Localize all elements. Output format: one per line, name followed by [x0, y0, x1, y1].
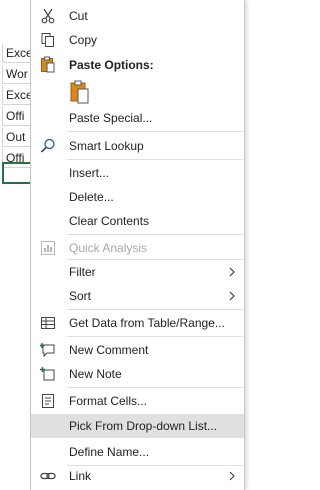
- menu-separator: [67, 131, 244, 132]
- copy-icon: [39, 31, 57, 49]
- menu-item-label: Get Data from Table/Range...: [69, 316, 225, 330]
- menu-item-smart-lookup[interactable]: Smart Lookup: [31, 134, 244, 158]
- menu-item-delete[interactable]: Delete...: [31, 185, 244, 209]
- menu-item-link[interactable]: Link: [31, 464, 244, 488]
- paste-icon: [39, 56, 57, 74]
- menu-item-label: Delete...: [69, 190, 114, 204]
- menu-separator: [67, 387, 244, 388]
- chevron-right-icon: [228, 470, 236, 482]
- table-icon: [39, 314, 57, 332]
- scissors-icon: [39, 7, 57, 25]
- menu-item-format-cells[interactable]: Format Cells...: [31, 389, 244, 413]
- menu-item-new-note[interactable]: New Note: [31, 362, 244, 386]
- menu-item-insert[interactable]: Insert...: [31, 161, 244, 185]
- menu-item-get-data[interactable]: Get Data from Table/Range...: [31, 311, 244, 335]
- context-menu: Cut Copy Paste Options: Paste Special...…: [30, 0, 245, 490]
- menu-item-label: Link: [69, 469, 92, 483]
- menu-item-filter[interactable]: Filter: [31, 260, 244, 284]
- quick-analysis-icon: [39, 239, 57, 257]
- menu-separator: [67, 159, 244, 160]
- menu-item-new-comment[interactable]: New Comment: [31, 338, 244, 362]
- menu-item-clear-contents[interactable]: Clear Contents: [31, 209, 244, 233]
- menu-separator: [67, 336, 244, 337]
- menu-item-label: Insert...: [69, 166, 110, 180]
- format-cells-icon: [39, 392, 57, 410]
- paste-option-default[interactable]: [31, 78, 244, 108]
- menu-item-label: Smart Lookup: [69, 139, 144, 153]
- chevron-right-icon: [228, 266, 236, 278]
- menu-item-label: Quick Analysis: [69, 241, 148, 255]
- search-icon: [39, 137, 57, 155]
- menu-item-label: New Note: [69, 367, 122, 381]
- menu-item-label: Paste Special...: [69, 111, 153, 125]
- new-note-icon: [39, 365, 57, 383]
- clipboard-paste-icon: [69, 80, 91, 109]
- menu-item-sort[interactable]: Sort: [31, 284, 244, 308]
- menu-item-label: New Comment: [69, 343, 149, 357]
- menu-item-label: Filter: [69, 265, 96, 279]
- menu-item-copy[interactable]: Copy: [31, 28, 244, 52]
- menu-item-label: Clear Contents: [69, 214, 150, 228]
- menu-item-label: Define Name...: [69, 445, 150, 459]
- menu-item-pick-from-list[interactable]: Pick From Drop-down List...: [31, 414, 244, 438]
- paste-options-header: Paste Options:: [31, 53, 244, 77]
- menu-item-quick-analysis: Quick Analysis: [31, 236, 244, 260]
- new-comment-icon: [39, 341, 57, 359]
- menu-item-paste-special[interactable]: Paste Special...: [31, 106, 244, 130]
- link-icon: [39, 467, 57, 485]
- menu-item-label: Sort: [69, 289, 92, 303]
- menu-item-label: Pick From Drop-down List...: [69, 419, 218, 433]
- menu-item-cut[interactable]: Cut: [31, 4, 244, 28]
- menu-item-label: Format Cells...: [69, 394, 148, 408]
- menu-item-label: Copy: [69, 33, 98, 47]
- menu-separator: [67, 234, 244, 235]
- chevron-right-icon: [228, 290, 236, 302]
- menu-item-label: Cut: [69, 9, 88, 23]
- menu-item-define-name[interactable]: Define Name...: [31, 440, 244, 464]
- paste-options-label: Paste Options:: [69, 58, 154, 72]
- menu-separator: [67, 309, 244, 310]
